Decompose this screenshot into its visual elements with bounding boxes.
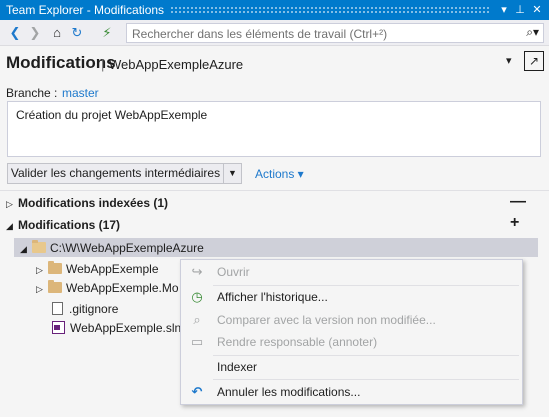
collapse-icon[interactable]: ◢ (6, 221, 18, 232)
tree-item[interactable]: WebAppExemple.sln (52, 319, 181, 337)
menu-item-view-history[interactable]: ◷ Afficher l'historique... (181, 286, 522, 308)
file-icon (52, 302, 63, 315)
search-input[interactable]: Rechercher dans les éléments de travail … (126, 23, 544, 43)
staged-changes-label: Modifications indexées (1) (18, 196, 169, 210)
commit-dropdown-icon[interactable]: ▼ (224, 163, 242, 184)
tree-item-label: WebAppExemple.sln (70, 321, 182, 335)
close-icon[interactable]: ✕ (529, 2, 545, 18)
staged-changes-header[interactable]: ▷ Modifications indexées (1) (6, 196, 168, 214)
branch-link[interactable]: master (62, 86, 99, 100)
connect-icon[interactable]: ⚡ (98, 24, 116, 42)
folder-icon (48, 280, 62, 293)
branch-label: Branche : (6, 86, 58, 100)
back-icon[interactable]: ❮ (6, 24, 24, 42)
search-placeholder: Rechercher dans les éléments de travail … (132, 27, 388, 41)
title-bar: Team Explorer - Modifications ▾ ⊥ ✕ (0, 0, 549, 20)
title-separator: | (101, 57, 105, 72)
expand-icon[interactable]: ▷ (36, 261, 48, 279)
pin-icon[interactable]: ⊥ (512, 2, 528, 18)
menu-item-label: Ouvrir (217, 265, 250, 279)
tree-item-label: .gitignore (69, 302, 119, 316)
menu-item-open[interactable]: ↪ Ouvrir (181, 261, 522, 283)
menu-item-label: Afficher l'historique... (217, 290, 328, 304)
context-menu: ↪ Ouvrir ◷ Afficher l'historique... ⌕ Co… (180, 259, 523, 405)
window-menu-dropdown-icon[interactable]: ▾ (496, 2, 512, 18)
refresh-icon[interactable]: ↻ (68, 24, 86, 42)
menu-item-label: Indexer (217, 360, 258, 374)
actions-link[interactable]: Actions ▾ (255, 167, 304, 181)
title-grip[interactable] (170, 6, 489, 14)
tree-root[interactable]: ◢ C:\W\WebAppExempleAzure (20, 239, 204, 257)
history-icon: ◷ (191, 289, 203, 304)
solution-icon (52, 321, 65, 334)
compare-icon: ⌕ (193, 312, 201, 327)
annotate-icon: ▭ (190, 334, 204, 349)
repo-name: WebAppExempleAzure (109, 57, 244, 72)
menu-separator (213, 379, 519, 380)
page-title: Modifications (6, 53, 116, 72)
menu-item-label: Comparer avec la version non modifiée... (217, 313, 436, 327)
folder-icon (48, 261, 62, 274)
commit-staged-button[interactable]: Valider les changements intermédiaires (7, 163, 224, 184)
menu-item-label: Rendre responsable (annoter) (217, 335, 378, 349)
search-icon[interactable]: ⌕▾ (526, 25, 539, 40)
divider (0, 190, 549, 191)
home-icon[interactable]: ⌂ (48, 24, 66, 42)
unstage-all-icon[interactable]: — (510, 193, 526, 211)
tree-item[interactable]: .gitignore (52, 300, 118, 318)
commit-message-input[interactable]: Création du projet WebAppExemple (7, 101, 541, 157)
undo-icon: ↶ (191, 384, 203, 399)
changes-header[interactable]: ◢ Modifications (17) (6, 218, 120, 236)
menu-item-label: Annuler les modifications... (217, 385, 361, 399)
menu-item-annotate[interactable]: ▭ Rendre responsable (annoter) (181, 331, 522, 353)
window-title: Team Explorer - Modifications (6, 3, 165, 17)
menu-item-undo-changes[interactable]: ↶ Annuler les modifications... (181, 381, 522, 403)
collapse-icon[interactable]: ◢ (20, 240, 32, 258)
tree-item-label: WebAppExemple (66, 262, 159, 276)
changes-label: Modifications (17) (18, 218, 121, 232)
toolbar: ❮ ❯ ⌂ ↻ ⚡ Rechercher dans les éléments d… (0, 20, 549, 46)
folder-icon (32, 240, 46, 253)
forward-icon[interactable]: ❯ (26, 24, 44, 42)
tree-item[interactable]: ▷ WebAppExemple.Mo (36, 279, 179, 297)
redo-arrow-icon: ↪ (191, 264, 203, 279)
page-header: Modifications | WebAppExempleAzure ▾ ↗ (0, 48, 549, 78)
tree-item-label: WebAppExemple.Mo (66, 281, 179, 295)
stage-all-icon[interactable]: + (510, 214, 519, 232)
expand-icon[interactable]: ▷ (36, 280, 48, 298)
page-menu-dropdown-icon[interactable]: ▾ (506, 54, 512, 67)
tree-item[interactable]: ▷ WebAppExemple (36, 260, 159, 278)
tree-root-label: C:\W\WebAppExempleAzure (50, 241, 204, 255)
menu-item-compare[interactable]: ⌕ Comparer avec la version non modifiée.… (181, 309, 522, 331)
undock-icon[interactable]: ↗ (524, 51, 544, 71)
expand-icon[interactable]: ▷ (6, 199, 18, 210)
menu-item-stage[interactable]: Indexer (181, 356, 522, 378)
